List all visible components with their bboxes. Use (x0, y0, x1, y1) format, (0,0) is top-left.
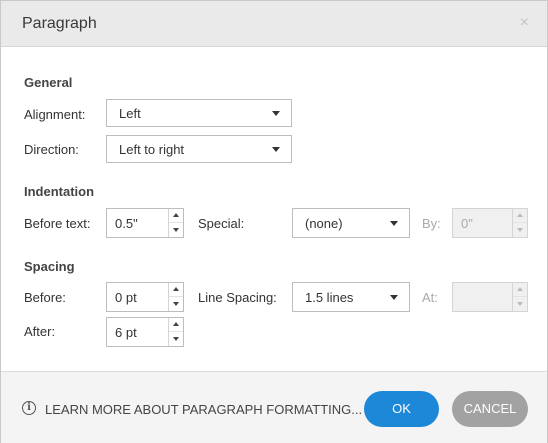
by-stepper (452, 208, 528, 238)
special-label: Special: (198, 216, 245, 231)
direction-select[interactable]: Left to right (106, 135, 292, 163)
spin-down-icon[interactable] (169, 297, 183, 311)
at-stepper (452, 282, 528, 312)
direction-value: Left to right (119, 142, 185, 157)
direction-label: Direction: (24, 142, 79, 157)
line-spacing-select[interactable]: 1.5 lines (292, 282, 410, 312)
line-spacing-label: Line Spacing: (198, 290, 277, 305)
before-input[interactable] (107, 283, 170, 311)
special-value: (none) (305, 216, 343, 231)
after-stepper (106, 317, 184, 347)
dialog-footer: i LEARN MORE ABOUT PARAGRAPH FORMATTING.… (1, 371, 547, 443)
dropdown-arrow-icon (390, 295, 398, 300)
before-text-label: Before text: (24, 216, 91, 231)
learn-more-link[interactable]: LEARN MORE ABOUT PARAGRAPH FORMATTING... (45, 402, 362, 417)
spin-up-icon[interactable] (169, 318, 183, 332)
after-input[interactable] (107, 318, 170, 346)
before-label: Before: (24, 290, 66, 305)
spin-up-icon[interactable] (169, 209, 183, 223)
ok-button[interactable]: OK (364, 391, 439, 427)
section-heading-general: General (24, 75, 73, 90)
spin-up-icon (513, 209, 527, 223)
alignment-value: Left (119, 106, 141, 121)
section-heading-spacing: Spacing (24, 259, 75, 274)
after-label: After: (24, 324, 56, 339)
dropdown-arrow-icon (272, 147, 280, 152)
dialog-titlebar: Paragraph × (1, 1, 547, 47)
before-text-stepper (106, 208, 184, 238)
spin-down-icon[interactable] (169, 223, 183, 237)
at-label: At: (422, 290, 438, 305)
line-spacing-value: 1.5 lines (305, 290, 354, 305)
spin-up-icon (513, 283, 527, 297)
at-input[interactable] (453, 283, 514, 311)
info-icon: i (22, 401, 36, 415)
close-icon[interactable]: × (520, 14, 529, 32)
alignment-label: Alignment: (24, 107, 86, 122)
dropdown-arrow-icon (272, 111, 280, 116)
paragraph-dialog: Paragraph × General Alignment: Left Dire… (0, 0, 548, 443)
special-select[interactable]: (none) (292, 208, 410, 238)
spin-down-icon (513, 223, 527, 237)
before-stepper (106, 282, 184, 312)
by-label: By: (422, 216, 441, 231)
before-text-input[interactable] (107, 209, 170, 237)
spin-up-icon[interactable] (169, 283, 183, 297)
by-input[interactable] (453, 209, 514, 237)
dialog-title: Paragraph (22, 15, 97, 32)
cancel-button[interactable]: CANCEL (452, 391, 528, 427)
alignment-select[interactable]: Left (106, 99, 292, 127)
spin-down-icon[interactable] (169, 332, 183, 346)
spin-down-icon (513, 297, 527, 311)
dropdown-arrow-icon (390, 221, 398, 226)
section-heading-indentation: Indentation (24, 184, 95, 199)
